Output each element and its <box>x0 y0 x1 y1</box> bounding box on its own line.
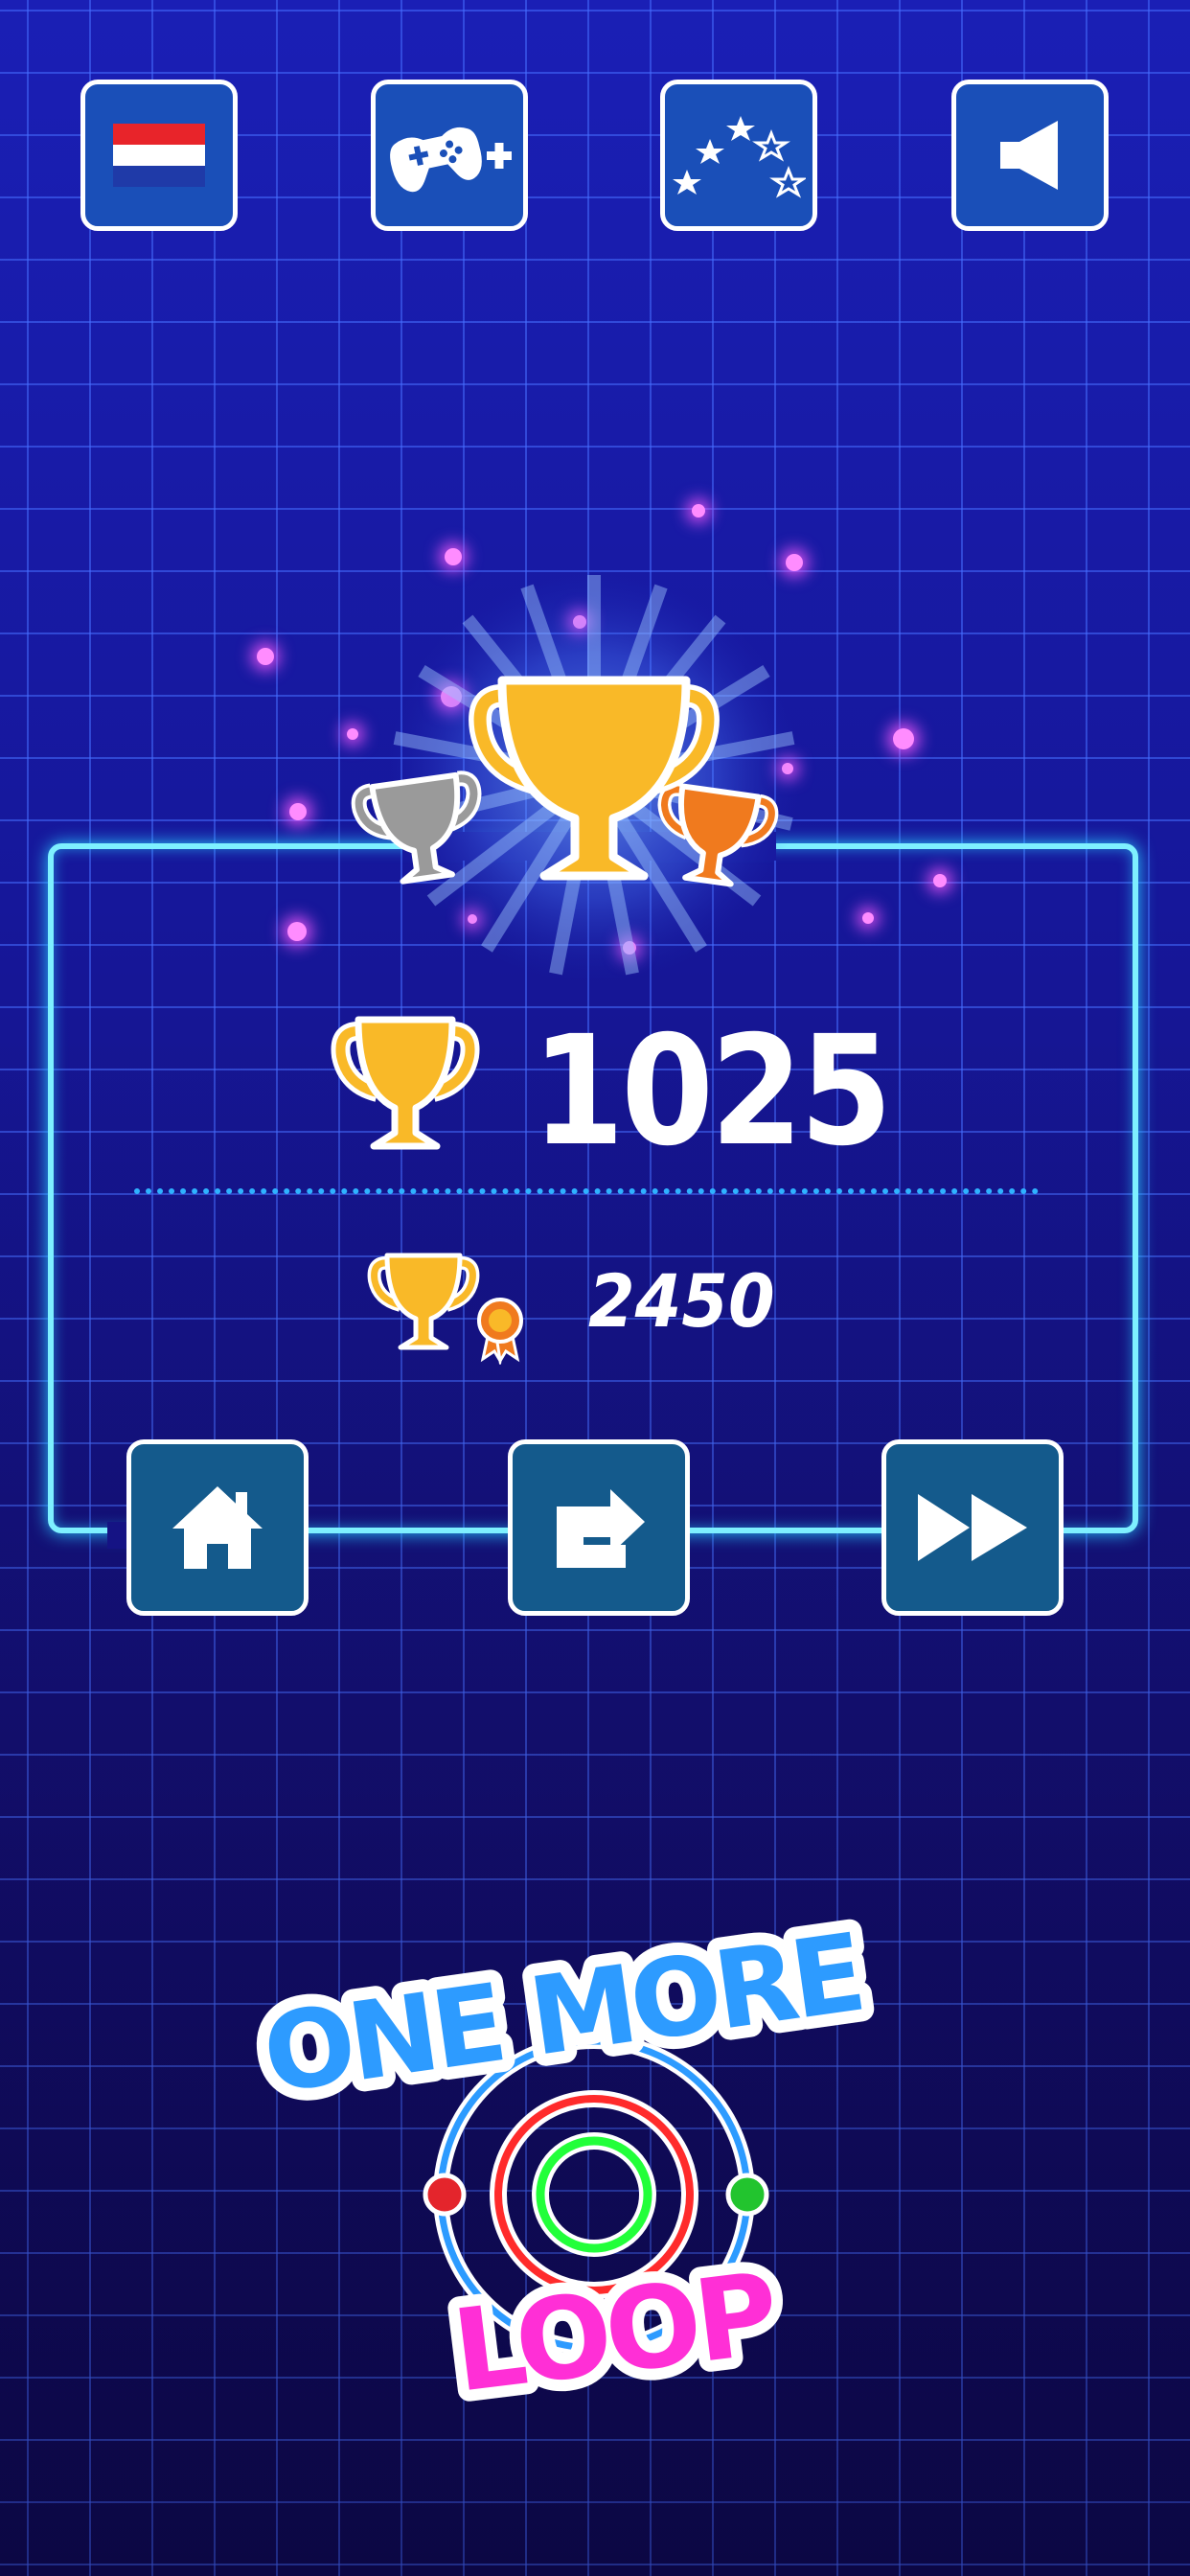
sound-button[interactable] <box>951 80 1109 231</box>
best-ribbon-icon <box>477 1298 523 1365</box>
sparkle <box>289 803 307 820</box>
next-button[interactable] <box>881 1439 1064 1616</box>
stars-icon <box>673 116 806 198</box>
sparkle <box>933 874 947 887</box>
sparkle <box>893 728 914 749</box>
rate-button[interactable] <box>660 80 817 231</box>
replay-icon <box>557 1489 645 1568</box>
game-over-screen: 1025 2450 ONE MORE LOOP <box>0 0 1190 2576</box>
best-trophy-icon <box>367 1253 523 1365</box>
trophy-icon <box>331 1016 480 1150</box>
more-games-button[interactable] <box>371 80 528 231</box>
gamepad-plus-icon <box>390 126 512 193</box>
trophy-podium <box>351 570 800 982</box>
replay-button[interactable] <box>508 1439 690 1616</box>
sparkle <box>862 912 874 924</box>
sparkle <box>692 504 705 518</box>
speaker-icon <box>1000 121 1058 190</box>
home-button[interactable] <box>126 1439 309 1616</box>
language-button[interactable] <box>80 80 238 231</box>
logo-line1: ONE MORE <box>256 1911 867 2118</box>
logo-line1-art: ONE MORE <box>245 1907 878 2118</box>
logo-line2-art: LOOP <box>435 2242 793 2425</box>
sparkle <box>257 648 274 665</box>
logo-line2: LOOP <box>446 2247 782 2418</box>
sparkle <box>287 922 307 941</box>
score-divider <box>134 1188 1039 1194</box>
netherlands-flag-icon <box>113 124 205 187</box>
home-icon <box>172 1486 263 1569</box>
fast-forward-icon <box>918 1494 1027 1561</box>
best-score-value: 2450 <box>588 1258 775 1344</box>
score-value: 1025 <box>532 1003 892 1180</box>
